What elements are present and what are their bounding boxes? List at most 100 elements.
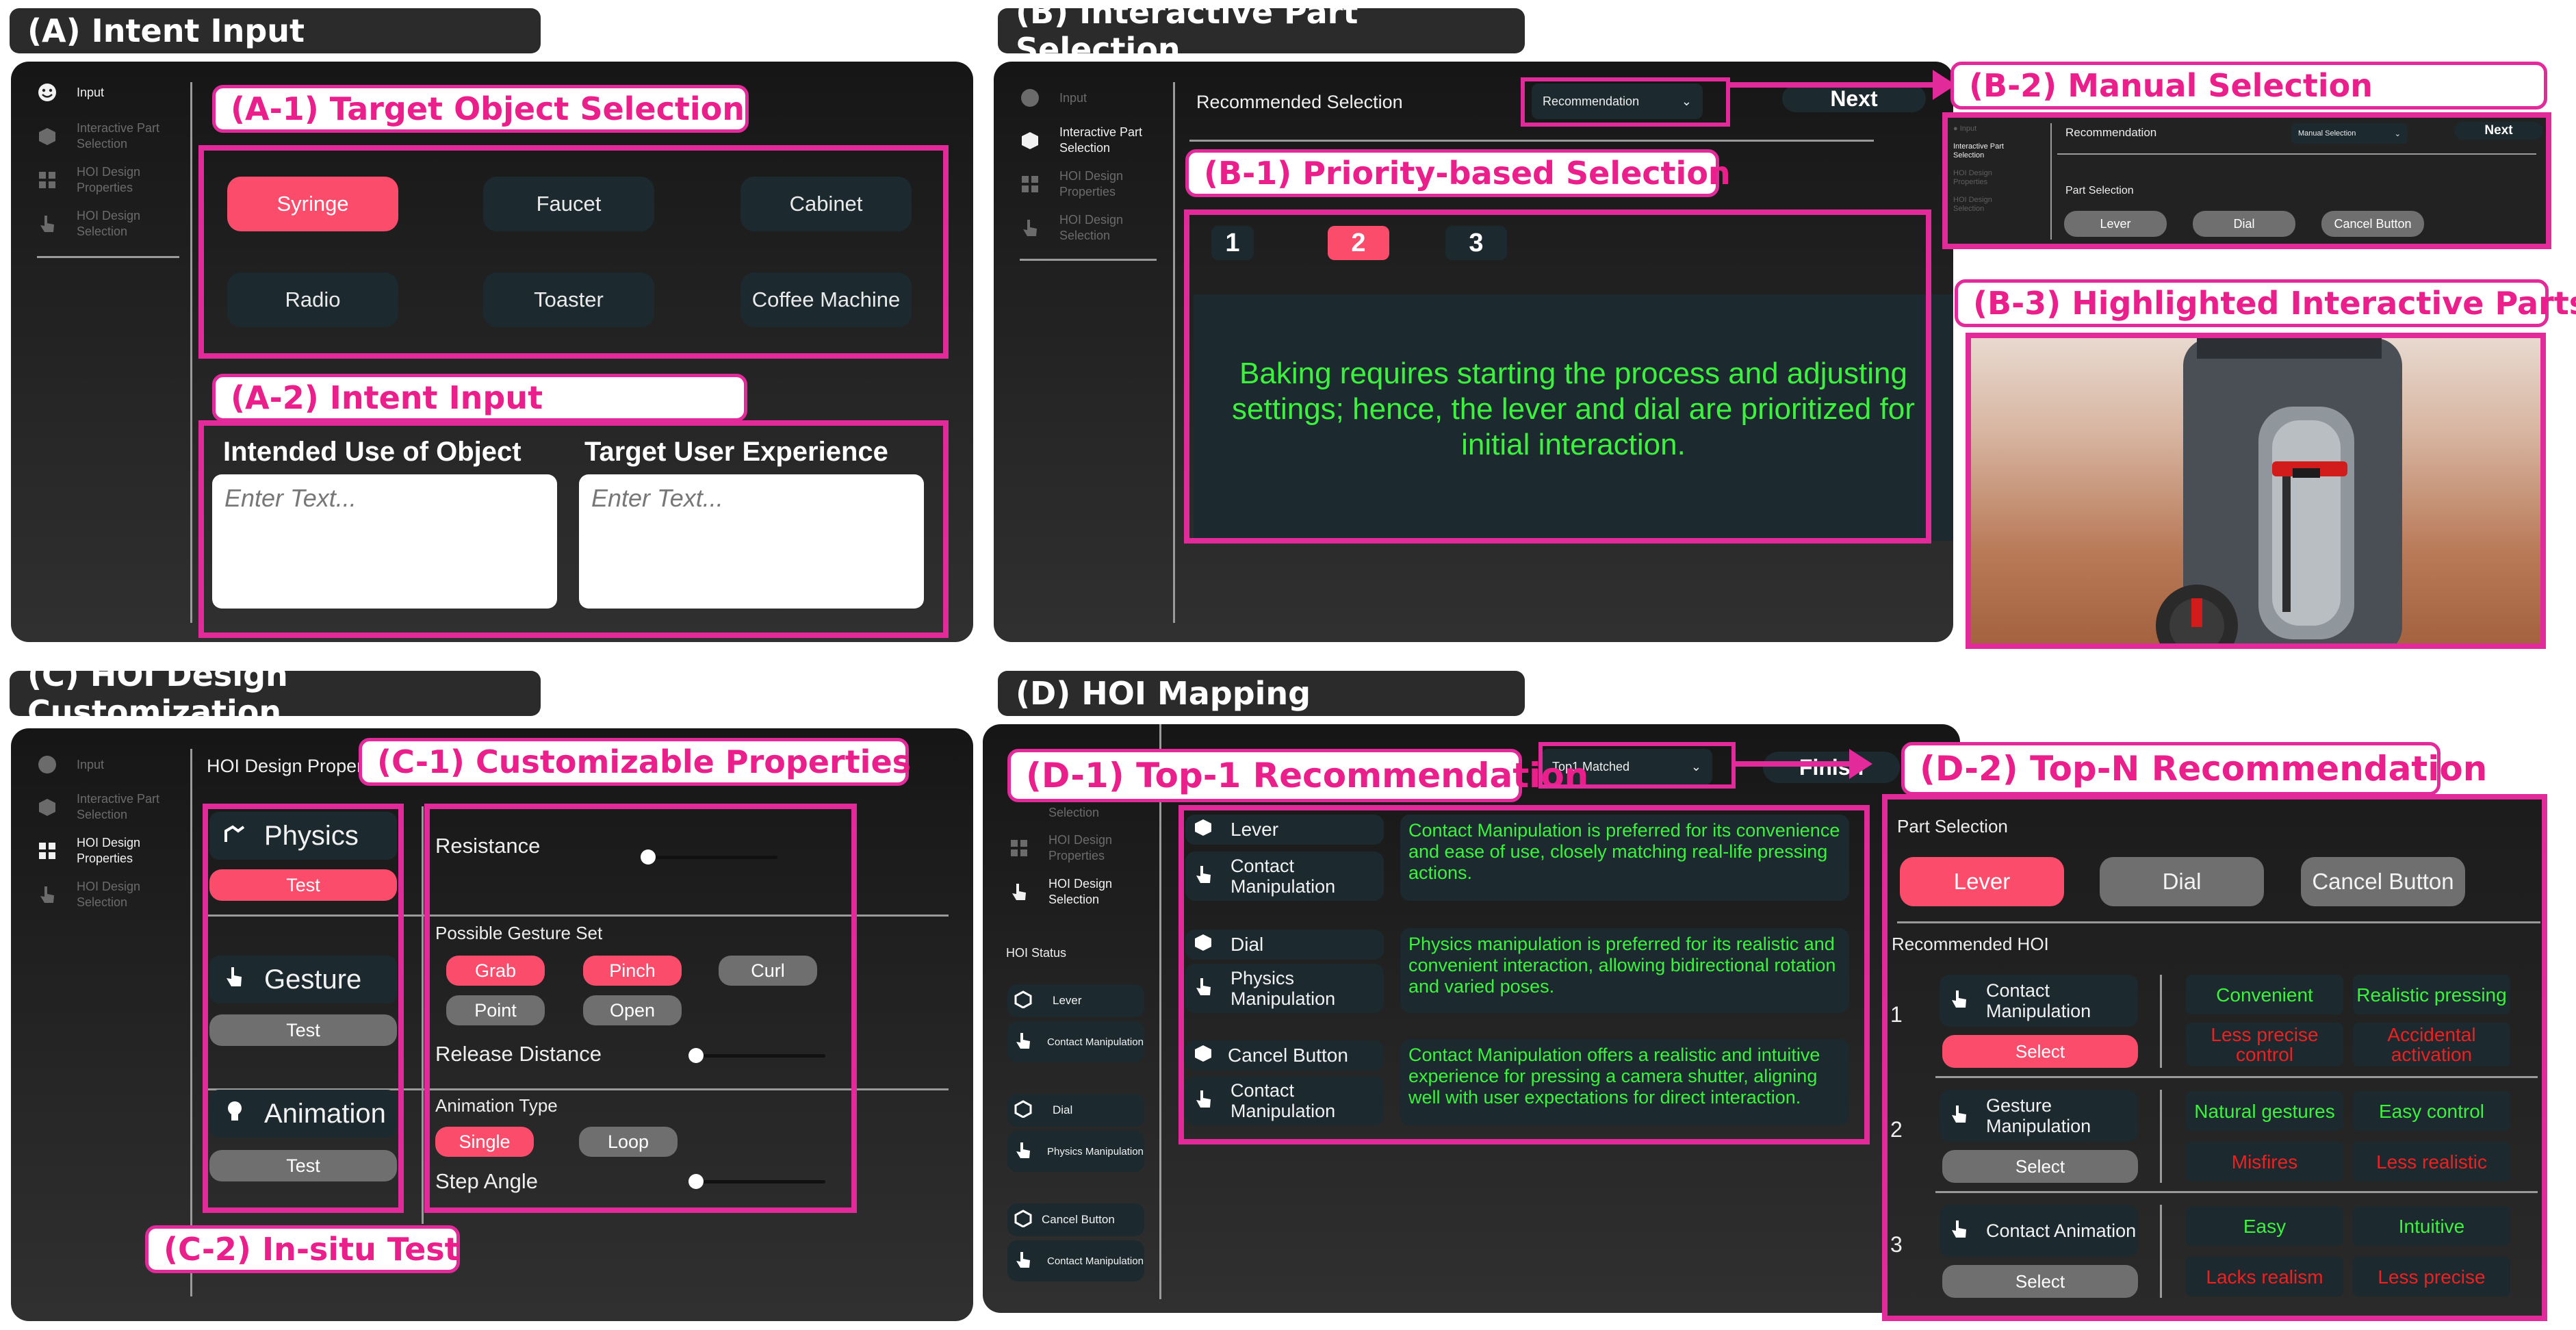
con-tag: Less precise <box>2353 1257 2510 1296</box>
con-tag: Accidental activation <box>2353 1023 2510 1066</box>
select-button-3[interactable]: Select <box>1942 1265 2138 1298</box>
mini-nav: ● Input Interactive Part Selection HOI Des… <box>1953 125 2004 213</box>
mini-next-button[interactable]: Next <box>2454 122 2543 140</box>
status-method-cancel-button[interactable]: Contact Manipulation <box>1007 1240 1144 1281</box>
select-button-1[interactable]: Select <box>1942 1035 2138 1068</box>
status-method-dial[interactable]: Physics Manipulation <box>1007 1131 1144 1172</box>
header-divider <box>1189 140 1874 142</box>
topn-divider-2 <box>2160 1090 2162 1183</box>
mini-part-label: Part Selection <box>2065 185 2134 196</box>
pro-tag: Easy <box>2186 1206 2343 1246</box>
label-b2: (B-2) Manual Selection <box>1950 62 2547 110</box>
grid-icon <box>36 839 59 862</box>
topn-row-divider <box>1935 1191 2538 1193</box>
con-tag: Less realistic <box>2353 1142 2510 1181</box>
highlight-box-a2 <box>198 420 949 638</box>
highlight-box-d1 <box>1178 805 1870 1144</box>
nav-design-properties[interactable]: HOI Design Properties <box>36 164 186 196</box>
pro-tag: Convenient <box>2186 975 2343 1014</box>
panel-divider <box>190 82 192 623</box>
label-b1: (B-1) Priority-based Selection <box>1185 149 1731 197</box>
pro-tag: Realistic pressing <box>2353 975 2510 1014</box>
cube-outline-icon <box>1014 1209 1032 1231</box>
rank-3: 3 <box>1890 1232 1903 1257</box>
chevron-down-icon: ⌄ <box>2394 129 2401 138</box>
con-tag: Lacks realism <box>2186 1257 2343 1296</box>
topn-divider-1 <box>2160 975 2162 1068</box>
section-title-a: (A) Intent Input <box>10 8 541 53</box>
nav-hoi-selection[interactable]: HOI Design Selection <box>1007 876 1158 908</box>
nav-design-properties[interactable]: HOI Design Properties <box>36 835 186 867</box>
label-d2: (D-2) Top-N Recommendation <box>1901 742 2487 795</box>
panel-divider <box>1173 82 1175 623</box>
nav-divider <box>37 256 179 258</box>
nav-input[interactable]: Input <box>1018 86 1169 110</box>
panel-divider <box>1159 724 1161 1299</box>
topn-method-2[interactable]: Gesture Manipulation <box>1940 1090 2138 1142</box>
highlight-box-c2 <box>203 804 404 1213</box>
mini-part-cancel-button[interactable]: Cancel Button <box>2321 211 2424 237</box>
highlight-box-c1 <box>424 804 857 1213</box>
mini-header-divider <box>2057 153 2536 155</box>
nav-input[interactable]: Input <box>36 753 186 776</box>
grid-icon <box>36 168 59 192</box>
manual-selection-panel: ● Input Interactive Part Selection HOI Des… <box>1942 112 2551 249</box>
pro-tag: Easy control <box>2353 1091 2510 1131</box>
pointer-hand-icon <box>36 883 59 906</box>
select-button-2[interactable]: Select <box>1942 1150 2138 1183</box>
grid-icon <box>1018 172 1042 196</box>
topn-divider-3 <box>2160 1205 2162 1298</box>
status-method-lever[interactable]: Contact Manipulation <box>1007 1021 1144 1062</box>
topn-method-3[interactable]: Contact Animation <box>1940 1205 2138 1257</box>
smile-icon <box>36 753 59 776</box>
properties-divider <box>422 806 424 1224</box>
nav-design-properties[interactable]: HOI Design Properties <box>1018 168 1169 200</box>
toaster-image <box>2156 338 2402 643</box>
cube-outline-icon <box>1014 990 1032 1012</box>
panel-divider <box>190 749 192 1296</box>
status-part-dial[interactable]: Dial <box>1007 1094 1144 1127</box>
part-cancel-button[interactable]: Cancel Button <box>2301 857 2465 906</box>
hand-icon <box>1014 1251 1032 1271</box>
nav-interactive-part[interactable]: Interactive Part Selection <box>1018 125 1169 156</box>
pro-tag: Natural gestures <box>2186 1091 2343 1131</box>
section-title-b: (B) Interactive Part Selection <box>998 0 1525 68</box>
nav-hoi-selection[interactable]: HOI Design Selection <box>36 208 186 240</box>
pro-tag: Intuitive <box>2353 1206 2510 1246</box>
part-divider <box>1897 921 2540 923</box>
next-button[interactable]: Next <box>1782 85 1926 112</box>
topn-method-1[interactable]: Contact Manipulation <box>1940 975 2138 1027</box>
hoi-status-label: HOI Status <box>1006 946 1067 960</box>
mini-dropdown[interactable]: Manual Selection ⌄ <box>2291 123 2408 144</box>
pointer-hand-icon <box>36 212 59 235</box>
section-title-c: (C) HOI Design Customization <box>10 656 541 730</box>
pointer-hand-icon <box>1007 880 1031 904</box>
finish-button[interactable]: Finish <box>1763 752 1900 783</box>
hand-icon <box>1949 1219 1968 1242</box>
mini-part-lever[interactable]: Lever <box>2064 211 2167 237</box>
part-lever[interactable]: Lever <box>1900 857 2064 906</box>
hand-icon <box>1949 989 1968 1012</box>
nav-divider <box>1020 259 1157 261</box>
nav-hoi-selection[interactable]: HOI Design Selection <box>1018 212 1169 244</box>
nav-interactive-part[interactable]: Selection <box>1007 801 1158 824</box>
mini-header: Recommendation <box>2065 126 2157 139</box>
status-part-cancel-button[interactable]: Cancel Button <box>1007 1203 1144 1236</box>
nav-hoi-selection[interactable]: HOI Design Selection <box>36 879 186 910</box>
rank-1: 1 <box>1890 1002 1903 1027</box>
label-c2: (C-2) In-situ Test <box>145 1225 460 1273</box>
cube-icon <box>36 125 59 148</box>
mini-part-dial[interactable]: Dial <box>2193 211 2295 237</box>
nav-design-properties[interactable]: HOI Design Properties <box>1007 832 1158 864</box>
nav-interactive-part[interactable]: Interactive Part Selection <box>36 120 186 152</box>
nav-input[interactable]: Input <box>36 81 104 104</box>
section-title-d: (D) HOI Mapping <box>998 671 1525 716</box>
status-part-lever[interactable]: Lever <box>1007 984 1144 1017</box>
label-b3: (B-3) Highlighted Interactive Parts <box>1955 279 2576 327</box>
highlight-box-a1 <box>198 145 949 359</box>
label-d1: (D-1) Top-1 Recommendation <box>1007 749 1588 802</box>
part-dial[interactable]: Dial <box>2100 857 2264 906</box>
smile-icon <box>36 81 59 104</box>
nav-interactive-part[interactable]: Interactive Part Selection <box>36 791 186 823</box>
mini-divider <box>2050 123 2052 240</box>
